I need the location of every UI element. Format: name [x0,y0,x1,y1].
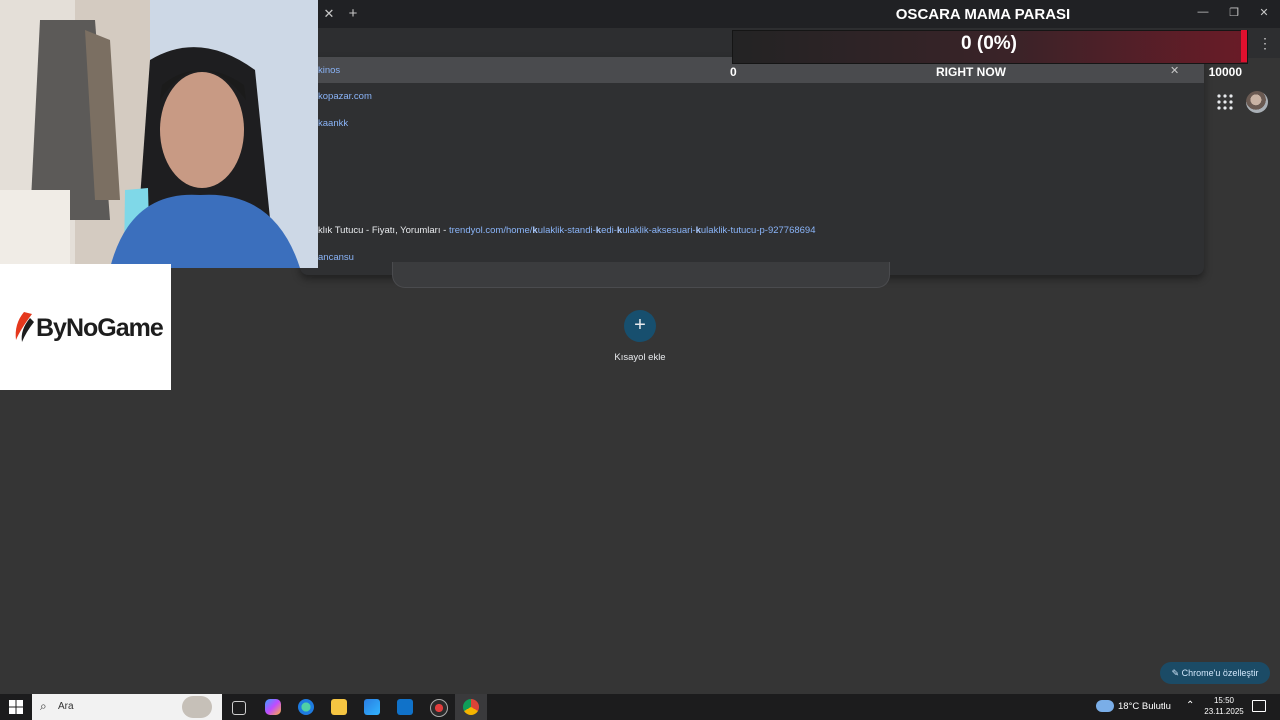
task-view-icon[interactable] [232,701,246,715]
close-window-button[interactable]: ✕ [1249,6,1279,19]
goal-amount: 0 (0%) [961,33,1017,54]
avatar-icon[interactable] [1246,91,1268,113]
cloud-icon [1096,700,1114,712]
suggestion-item[interactable]: kinos [318,65,340,76]
store-icon[interactable] [364,699,380,715]
add-shortcut-label: Kısayol ekle [614,352,666,363]
brand-mark-icon [15,312,34,342]
file-explorer-icon[interactable] [331,699,347,715]
chrome-icon[interactable] [463,699,479,715]
add-shortcut-button[interactable]: + [624,310,656,342]
goal-max-value: 10000 [1208,65,1242,79]
clock[interactable]: 15:50 23.11.2025 [1204,695,1244,717]
pencil-icon: ✎ [1171,668,1182,678]
search-icon: ⌕ [40,699,47,713]
customize-chrome-button[interactable]: ✎ Chrome'u özelleştir [1160,662,1270,684]
new-tab-button[interactable]: + [345,6,361,22]
tab-close-button[interactable]: ✕ [321,6,337,22]
webcam-overlay [0,0,318,268]
goal-title: OSCARA MAMA PARASI [895,6,1071,23]
suggestion-item[interactable]: kaankk [318,118,348,129]
clock-date: 23.11.2025 [1204,707,1244,716]
dropdown-close-icon[interactable]: ✕ [1170,64,1179,77]
grid-icon[interactable] [1216,93,1234,111]
customize-chrome-label: Chrome'u özelleştir [1181,668,1259,678]
clock-time: 15:50 [1213,696,1235,705]
suggestion-item[interactable]: klık Tutucu - Fiyatı, Yorumları - trendy… [318,225,816,236]
outlook-icon[interactable] [397,699,413,715]
chevron-up-icon[interactable]: ⌃ [1186,700,1194,711]
brand-name: ByNoGame [36,314,164,342]
chrome-menu-button[interactable]: ⋮ [1258,35,1272,52]
ntp-search-box[interactable] [392,262,890,288]
windows-start-icon[interactable] [9,700,23,714]
suggestion-item[interactable]: ancansu [318,252,354,263]
notification-icon[interactable] [1252,700,1266,712]
recorder-icon[interactable] [430,699,448,717]
suggestion-item[interactable]: kopazar.com [318,91,372,102]
edge-icon[interactable] [298,699,314,715]
goal-label: RIGHT NOW [936,65,1006,79]
sponsor-logo: ByNoGame [0,264,171,390]
taskbar-search-label: Ara [58,701,74,712]
webcam-image [0,0,318,268]
weather-text[interactable]: 18°C Bulutlu [1118,701,1171,712]
copilot-icon[interactable] [265,699,281,715]
omnibox-dropdown: kinos kopazar.com kaankk klık Tutucu - F… [300,57,1204,275]
search-highlight-icon [182,696,212,718]
